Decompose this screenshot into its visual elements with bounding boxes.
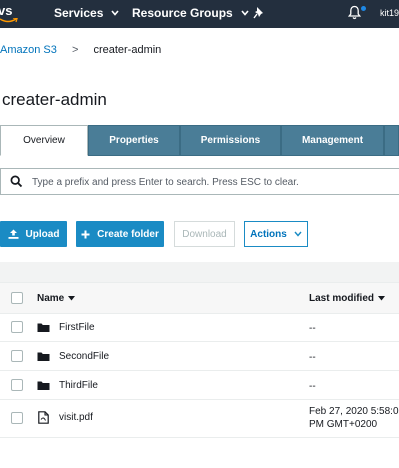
tab-bar: Overview Properties Permissions Manageme… (0, 125, 399, 156)
item-name-link[interactable]: ThirdFile (59, 380, 98, 391)
aws-logo-text: vs (0, 3, 13, 18)
table-row[interactable]: SecondFile -- (0, 342, 399, 371)
actions-label: Actions (250, 228, 287, 240)
create-folder-button[interactable]: Create folder (76, 221, 164, 247)
tab-permissions[interactable]: Permissions (180, 125, 281, 156)
top-nav-bar: vs Services Resource Groups kit19 (0, 0, 399, 28)
item-last-modified: Feb 27, 2020 5:58:03 PM GMT+0200 (309, 405, 399, 431)
column-header-last-modified[interactable]: Last modified (309, 293, 386, 304)
resource-groups-menu[interactable]: Resource Groups (132, 6, 249, 20)
folder-icon (37, 323, 50, 332)
account-menu[interactable]: kit19 (380, 8, 399, 18)
search-box (0, 168, 399, 195)
pdf-file-icon (38, 411, 49, 424)
sort-caret-icon (68, 296, 76, 301)
table-header: Name Last modified (0, 282, 399, 314)
breadcrumb-link-amazon-s3[interactable]: Amazon S3 (0, 44, 57, 56)
table-row[interactable]: FirstFile -- (0, 314, 399, 342)
resource-groups-label: Resource Groups (132, 6, 233, 20)
pin-icon[interactable] (253, 6, 265, 19)
folder-icon (37, 381, 50, 390)
item-name-link[interactable]: FirstFile (59, 322, 95, 333)
row-checkbox[interactable] (11, 350, 23, 362)
item-last-modified-time: PM GMT+0200 (309, 419, 378, 430)
upload-icon (8, 229, 19, 239)
aws-logo[interactable]: vs (0, 0, 20, 28)
actions-dropdown-button[interactable]: Actions (244, 221, 308, 247)
folder-icon (37, 352, 50, 361)
row-checkbox[interactable] (11, 379, 23, 391)
item-last-modified: -- (309, 323, 316, 334)
select-all-checkbox[interactable] (11, 292, 23, 304)
item-name-link[interactable]: visit.pdf (59, 412, 93, 423)
column-header-name[interactable]: Name (37, 293, 76, 304)
upload-button[interactable]: Upload (0, 221, 67, 247)
row-checkbox[interactable] (11, 412, 23, 424)
tab-management[interactable]: Management (281, 125, 384, 156)
aws-smile-icon (0, 18, 18, 23)
column-header-name-label: Name (37, 293, 65, 304)
tab-properties[interactable]: Properties (88, 125, 180, 156)
download-button[interactable]: Download (174, 221, 235, 247)
create-folder-label: Create folder (97, 228, 159, 240)
services-label: Services (54, 6, 104, 20)
table-row[interactable]: visit.pdf Feb 27, 2020 5:58:03 PM GMT+020… (0, 400, 399, 438)
notification-badge (361, 6, 366, 11)
breadcrumb-separator: > (71, 44, 79, 56)
bell-icon[interactable] (348, 5, 361, 20)
chevron-down-icon (241, 10, 249, 16)
tab-overflow[interactable] (384, 125, 399, 156)
item-name-link[interactable]: SecondFile (59, 351, 109, 362)
column-header-last-modified-label: Last modified (309, 293, 375, 304)
page-title: creater-admin (2, 90, 107, 109)
services-menu[interactable]: Services (54, 6, 119, 20)
sort-caret-icon (378, 296, 386, 301)
search-input[interactable] (32, 173, 392, 191)
plus-icon (81, 230, 90, 238)
chevron-down-icon (111, 10, 119, 16)
table-toolbar (0, 262, 399, 282)
breadcrumb-current: creater-admin (93, 44, 162, 56)
search-icon (10, 175, 23, 188)
item-last-modified: -- (309, 352, 316, 363)
row-checkbox[interactable] (11, 321, 23, 333)
upload-label: Upload (25, 228, 60, 240)
chevron-down-icon (294, 231, 302, 237)
table-row[interactable]: ThirdFile -- (0, 371, 399, 400)
item-last-modified-date: Feb 27, 2020 5:58:03 (309, 406, 399, 417)
breadcrumb: Amazon S3 > creater-admin (0, 44, 161, 56)
tab-overview[interactable]: Overview (0, 125, 88, 156)
item-last-modified: -- (309, 381, 316, 392)
